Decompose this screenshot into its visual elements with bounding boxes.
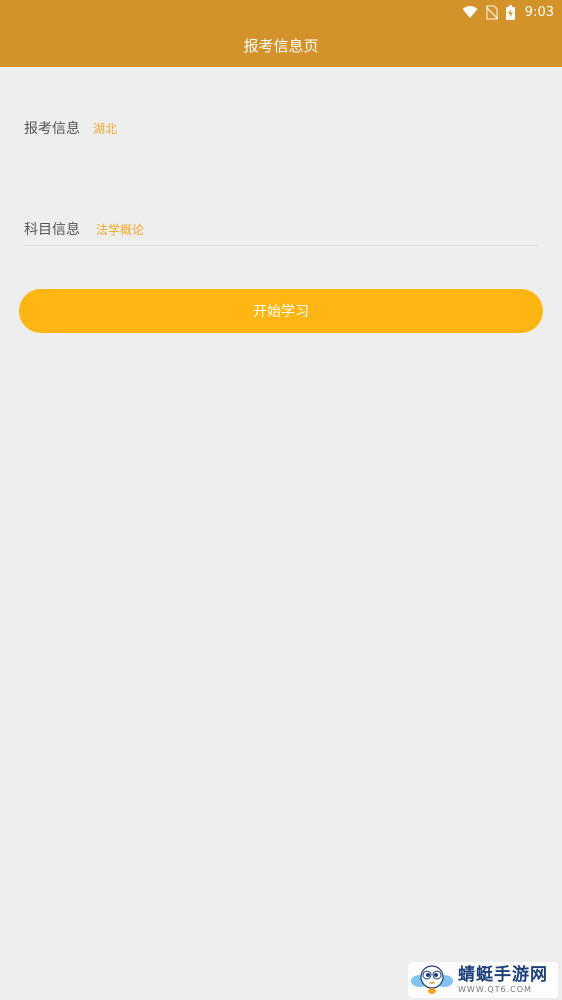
subject-value[interactable]: 法学概论 [96,221,144,238]
status-icons: 9:03 [462,3,554,21]
region-value[interactable]: 湖北 [93,120,117,137]
watermark-logo: 蜻蜓手游网 WWW.QT6.COM [408,962,558,998]
watermark-url: WWW.QT6.COM [458,984,532,994]
subject-row[interactable]: 科目信息 法学概论 [24,218,538,240]
page-title: 报考信息页 [243,37,319,55]
subject-divider [24,245,538,246]
status-bar: 9:03 [0,0,562,24]
start-study-button[interactable]: 开始学习 [19,289,543,333]
region-label: 报考信息 [24,121,80,137]
region-row[interactable]: 报考信息 湖北 [24,117,538,139]
dragonfly-mascot-icon [410,961,454,999]
battery-charging-icon [505,4,515,20]
watermark-name: 蜻蜓手游网 [458,964,548,985]
status-time: 9:03 [524,4,554,20]
wifi-icon [462,5,478,19]
no-sim-icon [485,4,498,20]
watermark-text: 蜻蜓手游网 WWW.QT6.COM [458,964,548,995]
app-bar: 9:03 报考信息页 [0,0,562,67]
subject-label: 科目信息 [24,222,80,238]
